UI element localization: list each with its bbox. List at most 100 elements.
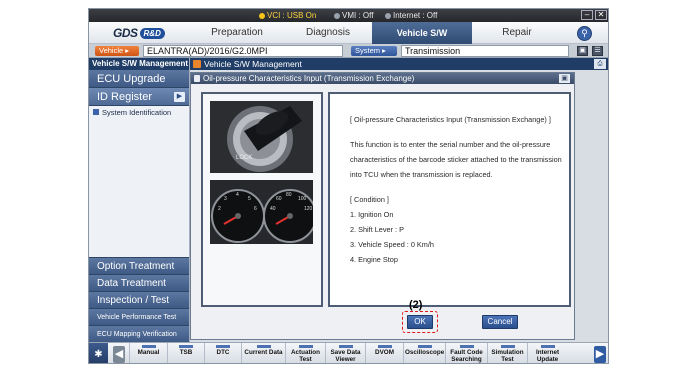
vci-status-text: VCI : USB On	[267, 11, 317, 20]
toolbar-label: Current Data	[244, 349, 283, 356]
toolbar-icon	[216, 345, 230, 348]
toolbar-label: Fault Code Searching	[450, 349, 483, 363]
vehicle-field: ELANTRA(AD)/2016/G2.0MPI	[143, 45, 343, 57]
description-line: into TCU when the transmission is replac…	[350, 170, 493, 179]
svg-text:2: 2	[218, 206, 221, 212]
menu-repair[interactable]: Repair	[473, 22, 561, 44]
toolbar-simulation-test[interactable]: Simulation Test	[487, 343, 527, 363]
toolbar-icon	[500, 345, 515, 348]
toolbar-label: Manual	[137, 349, 160, 356]
toolbar-oscilloscope[interactable]: Oscilloscope	[403, 343, 445, 363]
gds-logo: GDS R&D	[113, 26, 165, 40]
toolbar-label: Internet Update	[535, 349, 560, 363]
step-callout: (2)	[409, 299, 423, 311]
svg-text:4: 4	[236, 192, 239, 198]
search-icon[interactable]: ⚲	[577, 26, 592, 41]
sidebar-item-ecu-mapping-verification[interactable]: ECU Mapping Verification	[89, 325, 189, 342]
description-panel: [ Oil-pressure Characteristics Input (Tr…	[328, 92, 571, 307]
condition-item: 4. Engine Stop	[350, 255, 398, 264]
toolbar-icon	[256, 345, 271, 348]
sidebar-item-ecu-upgrade[interactable]: ECU Upgrade	[89, 70, 189, 88]
main-panel: Oil-pressure Characteristics Input (Tran…	[190, 70, 608, 342]
toolbar-manual[interactable]: Manual	[129, 343, 167, 363]
scroll-right-icon[interactable]: ▶	[594, 346, 606, 363]
module-icon	[193, 60, 201, 68]
close-window-button[interactable]: ✕	[595, 10, 607, 20]
toolbar-tsb[interactable]: TSB	[167, 343, 204, 363]
print-icon[interactable]: ⎙	[594, 59, 606, 69]
toolbar-icon	[298, 345, 313, 348]
toolbar-icon	[377, 345, 392, 348]
svg-text:5: 5	[248, 196, 251, 202]
toolbar-icon	[141, 345, 156, 348]
toolbar-label: Actuation Test	[290, 349, 321, 363]
minimize-button[interactable]: –	[581, 10, 593, 20]
toolbar-label: TSB	[179, 349, 193, 356]
svg-text:40: 40	[270, 206, 276, 212]
instrument-cluster-illustration: 23 4 56 4060 80 100 120	[210, 180, 313, 244]
main-panel-title: Vehicle S/W Management ⎙	[190, 58, 608, 70]
vehicle-select-button[interactable]: Vehicle ▸	[95, 46, 139, 56]
svg-text:100: 100	[298, 196, 307, 202]
main-menu-bar: GDS R&D Preparation Diagnosis Vehicle S/…	[89, 22, 608, 60]
scroll-left-icon[interactable]: ◀	[113, 346, 125, 363]
toolbar-label: Oscilloscope	[405, 349, 445, 356]
gds-app-window: VCI : USB On VMI : Off Internet : Off – …	[88, 8, 609, 364]
status-bar: VCI : USB On VMI : Off Internet : Off – …	[89, 9, 608, 22]
dialog-title: Oil-pressure Characteristics Input (Tran…	[203, 74, 415, 83]
dialog-title-bar: Oil-pressure Characteristics Input (Tran…	[191, 73, 574, 84]
svg-text:120: 120	[304, 206, 313, 212]
logo-text: GDS	[113, 26, 138, 40]
ok-button[interactable]: OK	[407, 315, 433, 329]
home-tools-icon[interactable]: ✱	[89, 343, 108, 363]
toolbar-current-data[interactable]: Current Data	[241, 343, 285, 363]
internet-status-text: Internet : Off	[393, 11, 438, 20]
dialog-close-icon[interactable]: ▣	[559, 74, 570, 83]
ignition-key-image: LOCK	[210, 101, 313, 173]
sidebar-item-vehicle-performance-test[interactable]: Vehicle Performance Test	[89, 308, 189, 325]
instrument-cluster-image: 23 4 56 40 60 80 100 120	[210, 180, 313, 244]
menu-diagnosis[interactable]: Diagnosis	[285, 22, 371, 44]
cancel-button[interactable]: Cancel	[482, 315, 518, 329]
vehicle-info-bar: Vehicle ▸ ELANTRA(AD)/2016/G2.0MPI Syste…	[89, 44, 608, 58]
sidebar-bottom-group: Option Treatment Data Treatment Inspecti…	[89, 257, 189, 342]
chevron-right-icon: ▶	[174, 92, 185, 102]
vmi-status: VMI : Off	[334, 11, 373, 20]
sidebar-item-option-treatment[interactable]: Option Treatment	[89, 257, 189, 274]
toolbar-icon	[179, 345, 193, 348]
toolbar-dvom[interactable]: DVOM	[365, 343, 403, 363]
svg-text:3: 3	[224, 196, 227, 202]
vci-status: VCI : USB On	[259, 11, 316, 20]
sidebar-item-id-register[interactable]: ID Register ▶	[89, 88, 189, 106]
condition-item: 3. Vehicle Speed : 0 Km/h	[350, 240, 434, 249]
menu-preparation[interactable]: Preparation	[189, 22, 285, 44]
oil-pressure-dialog: Oil-pressure Characteristics Input (Tran…	[190, 72, 575, 340]
sidebar-item-label: ECU Upgrade	[97, 73, 166, 85]
image-panel: LOCK 23 4 56 40 60 80 100 120	[201, 92, 323, 307]
system-field: Transimission	[401, 45, 569, 57]
toolbar-icon	[459, 345, 474, 348]
svg-text:60: 60	[276, 196, 282, 202]
internet-indicator-icon	[385, 13, 391, 19]
sidebar-subitem-system-identification[interactable]: System Identification	[89, 106, 189, 120]
sidebar-item-data-treatment[interactable]: Data Treatment	[89, 274, 189, 291]
description-line: This function is to enter the serial num…	[350, 140, 551, 149]
toolbar-icon	[338, 345, 353, 348]
toolbar-fault-code-searching[interactable]: Fault Code Searching	[445, 343, 487, 363]
toolbar-dtc[interactable]: DTC	[204, 343, 241, 363]
toolbar-save-data-viewer[interactable]: Save Data Viewer	[325, 343, 365, 363]
list-view-icon[interactable]: ☰	[592, 46, 603, 56]
sidebar-item-label: ID Register	[97, 91, 153, 103]
camera-icon[interactable]: ▣	[577, 46, 588, 56]
vmi-status-text: VMI : Off	[342, 11, 374, 20]
sidebar: Vehicle S/W Management ECU Upgrade ID Re…	[89, 58, 190, 342]
sidebar-item-inspection-test[interactable]: Inspection / Test	[89, 291, 189, 308]
menu-vehicle-sw-management[interactable]: Vehicle S/W Management	[372, 22, 472, 60]
toolbar-actuation-test[interactable]: Actuation Test	[285, 343, 325, 363]
vci-indicator-icon	[259, 13, 265, 19]
main-panel-title-text: Vehicle S/W Management	[204, 59, 302, 69]
system-select-button[interactable]: System ▸	[351, 46, 397, 56]
toolbar-internet-update[interactable]: Internet Update	[527, 343, 567, 363]
sidebar-subitem-label: System Identification	[102, 108, 172, 117]
document-icon	[194, 75, 200, 82]
